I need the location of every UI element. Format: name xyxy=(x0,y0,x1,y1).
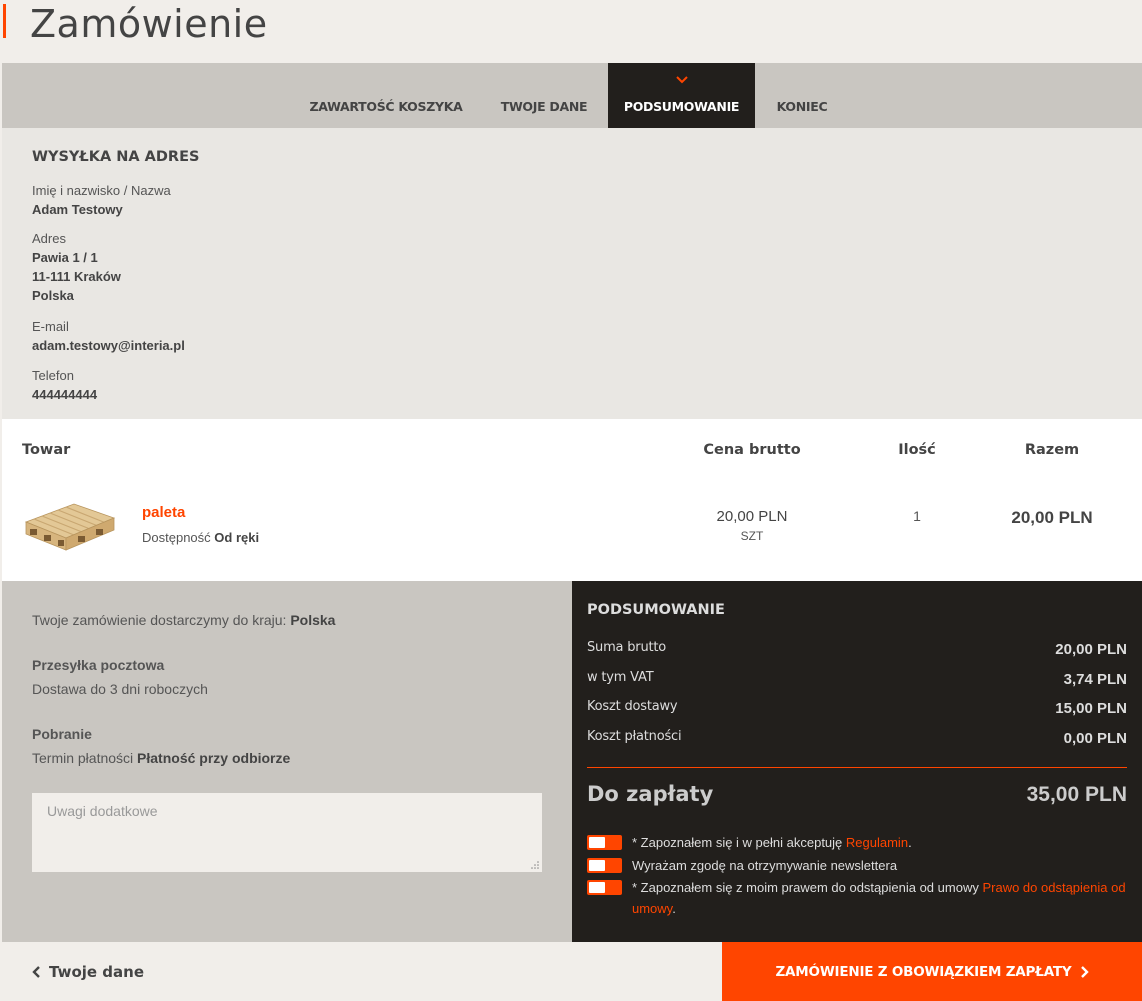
product-name-link[interactable]: paleta xyxy=(142,504,185,521)
address-street: Pawia 1 / 1 xyxy=(32,250,98,265)
step-summary-label: PODSUMOWANIE xyxy=(623,99,740,114)
payment-cost-label: Koszt płatności xyxy=(587,729,682,744)
shipping-name-block: Imię i nazwisko / Nazwa Adam Testowy xyxy=(32,181,171,219)
page-title: Zamówienie xyxy=(30,2,268,46)
delivery-country-text: Twoje zamówienie dostarczymy do kraju: xyxy=(32,612,287,628)
phone-value: 444444444 xyxy=(32,387,98,402)
summary-row-gross: Suma brutto 20,00 PLN xyxy=(587,640,1127,660)
shipping-cost-value: 15,00 PLN xyxy=(1055,700,1127,717)
place-order-button[interactable]: ZAMÓWIENIE Z OBOWIĄZKIEM ZAPŁATY xyxy=(722,942,1142,1001)
shipping-address-section: WYSYŁKA NA ADRES Imię i nazwisko / Nazwa… xyxy=(2,128,1142,419)
newsletter-toggle[interactable] xyxy=(587,858,622,873)
products-table: Towar Cena brutto Ilość Razem paleta Dos… xyxy=(2,419,1142,581)
back-to-your-data-link[interactable]: Twoje dane xyxy=(32,963,144,981)
checkout-steps: ZAWARTOŚĆ KOSZYKA TWOJE DANE PODSUMOWANI… xyxy=(2,63,1142,128)
order-summary-section: PODSUMOWANIE Suma brutto 20,00 PLN w tym… xyxy=(572,581,1142,942)
footer-back-area: Twoje dane xyxy=(2,942,722,1001)
summary-row-vat: w tym VAT 3,74 PLN xyxy=(587,670,1127,690)
summary-heading: PODSUMOWANIE xyxy=(587,602,725,618)
shipping-phone-block: Telefon 444444444 xyxy=(32,366,97,404)
terms-toggle[interactable] xyxy=(587,835,622,850)
payment-term-label: Termin płatności xyxy=(32,750,134,766)
name-value: Adam Testowy xyxy=(32,202,123,217)
product-total: 20,00 PLN xyxy=(1011,508,1093,527)
product-qty: 1 xyxy=(913,508,921,524)
title-accent-bar xyxy=(3,4,6,38)
terms-text: * Zapoznałem się i w pełni akceptuję xyxy=(632,835,843,850)
resize-grip-icon[interactable] xyxy=(530,860,539,869)
vat-value: 3,74 PLN xyxy=(1063,671,1127,688)
header-price: Cena brutto xyxy=(703,442,801,458)
address-label: Adres xyxy=(32,231,66,246)
payment-cost-value: 0,00 PLN xyxy=(1063,730,1127,747)
shipping-method-title: Przesyłka pocztowa xyxy=(32,657,165,673)
shipping-address-block: Adres Pawia 1 / 1 11-111 Kraków Polska xyxy=(32,229,121,305)
delivery-section: Twoje zamówienie dostarczymy do kraju: P… xyxy=(2,581,572,942)
chevron-down-icon xyxy=(675,76,688,84)
name-label: Imię i nazwisko / Nazwa xyxy=(32,183,171,198)
payment-method-title: Pobranie xyxy=(32,726,92,742)
to-pay-value: 35,00 PLN xyxy=(1026,783,1127,806)
additional-notes-textarea[interactable] xyxy=(32,793,542,872)
back-label: Twoje dane xyxy=(49,963,144,981)
payment-term-value: Płatność przy odbiorze xyxy=(137,750,291,766)
agreement-newsletter: Wyrażam zgodę na otrzymywanie newsletter… xyxy=(587,855,1127,876)
chevron-left-icon xyxy=(32,966,40,978)
step-summary[interactable]: PODSUMOWANIE xyxy=(608,63,755,128)
summary-divider xyxy=(587,767,1127,768)
agreement-terms: * Zapoznałem się i w pełni akceptuję Reg… xyxy=(587,832,1127,853)
withdrawal-text: * Zapoznałem się z moim prawem do odstąp… xyxy=(632,880,979,895)
delivery-country: Twoje zamówienie dostarczymy do kraju: P… xyxy=(32,612,335,628)
newsletter-text: Wyrażam zgodę na otrzymywanie newsletter… xyxy=(632,858,898,873)
payment-term: Termin płatności Płatność przy odbiorze xyxy=(32,750,290,766)
shipping-heading: WYSYŁKA NA ADRES xyxy=(32,149,200,165)
toggle-knob xyxy=(589,882,605,893)
step-your-data[interactable]: TWOJE DANE xyxy=(482,63,606,128)
phone-label: Telefon xyxy=(32,368,74,383)
delivery-country-value: Polska xyxy=(290,612,336,628)
step-end[interactable]: KONIEC xyxy=(762,63,842,128)
to-pay-label: Do zapłaty xyxy=(587,782,714,806)
address-city: 11-111 Kraków xyxy=(32,269,121,284)
header-total: Razem xyxy=(1024,442,1080,458)
terms-suffix: . xyxy=(908,835,912,850)
shipping-email-block: E-mail adam.testowy@interia.pl xyxy=(32,317,185,355)
withdrawal-toggle[interactable] xyxy=(587,880,622,895)
summary-row-shipping: Koszt dostawy 15,00 PLN xyxy=(587,699,1127,719)
product-unit: SZT xyxy=(740,529,764,543)
gross-value: 20,00 PLN xyxy=(1055,641,1127,658)
shipping-cost-label: Koszt dostawy xyxy=(587,699,678,714)
availability-label: Dostępność xyxy=(142,530,211,545)
step-cart-contents[interactable]: ZAWARTOŚĆ KOSZYKA xyxy=(296,63,476,128)
header-qty: Ilość xyxy=(898,442,936,458)
vat-label: w tym VAT xyxy=(587,670,654,685)
terms-link[interactable]: Regulamin xyxy=(846,835,908,850)
product-availability: Dostępność Od ręki xyxy=(142,530,259,545)
withdrawal-suffix: . xyxy=(672,901,676,916)
chevron-right-icon xyxy=(1080,965,1089,978)
email-value: adam.testowy@interia.pl xyxy=(32,338,185,353)
toggle-knob xyxy=(589,860,605,871)
order-button-label: ZAMÓWIENIE Z OBOWIĄZKIEM ZAPŁATY xyxy=(775,963,1072,980)
pallet-product-image[interactable] xyxy=(22,498,117,560)
agreement-withdrawal: * Zapoznałem się z moim prawem do odstąp… xyxy=(587,877,1127,919)
header-item: Towar xyxy=(22,442,71,458)
gross-label: Suma brutto xyxy=(587,640,667,655)
summary-row-payment: Koszt płatności 0,00 PLN xyxy=(587,729,1127,749)
address-country: Polska xyxy=(32,288,74,303)
toggle-knob xyxy=(589,837,605,848)
product-price: 20,00 PLN xyxy=(716,508,788,525)
page-header: Zamówienie xyxy=(0,0,1142,63)
availability-value: Od ręki xyxy=(214,530,260,545)
email-label: E-mail xyxy=(32,319,69,334)
shipping-method-desc: Dostawa do 3 dni roboczych xyxy=(32,681,208,697)
